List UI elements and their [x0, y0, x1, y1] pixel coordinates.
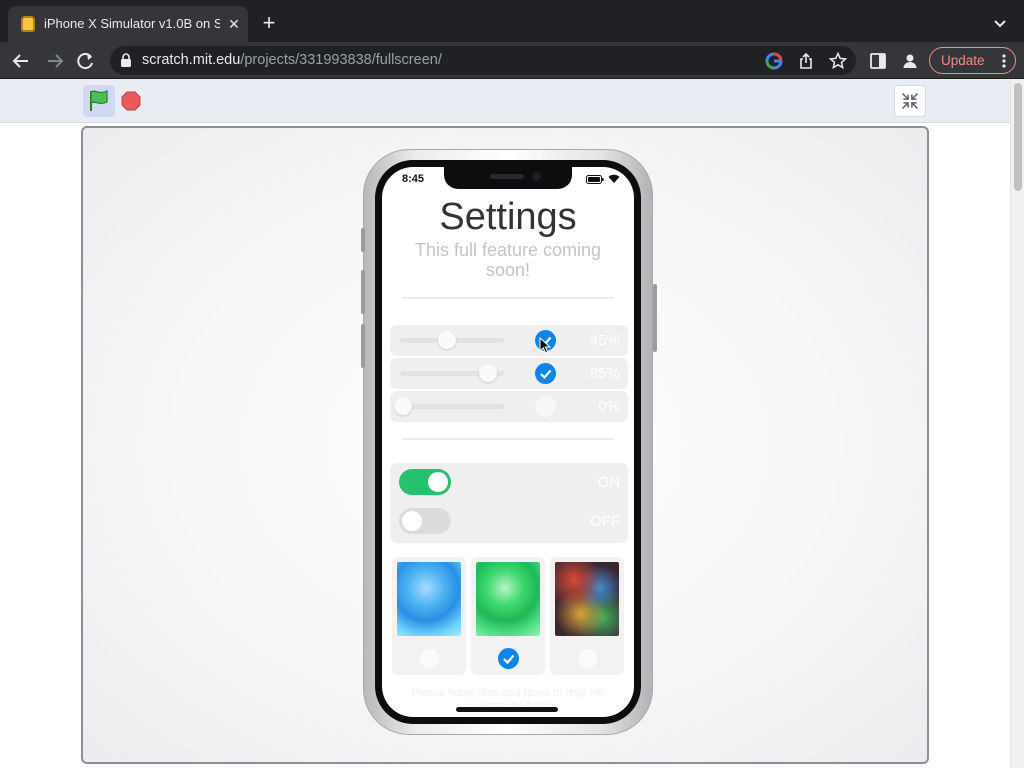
- vertical-scrollbar[interactable]: [1010, 79, 1024, 768]
- tab-strip: iPhone X Simulator v1.0B on Scratch ✕ +: [0, 0, 1024, 42]
- wallpaper-card-multicolor[interactable]: [550, 557, 624, 675]
- menu-dots-icon[interactable]: [1002, 54, 1006, 68]
- url-host: scratch.mit.edu: [142, 52, 241, 68]
- check-circle-icon[interactable]: [535, 363, 556, 384]
- update-label: Update: [941, 53, 985, 68]
- power-button: [653, 284, 657, 352]
- slider-row: 85%: [390, 358, 628, 389]
- toggle-knob: [402, 511, 422, 531]
- status-time: 8:45: [402, 173, 425, 185]
- unchecked-circle-icon[interactable]: [420, 649, 439, 668]
- iphone-frame: 8:45 Settings This full feature coming s…: [361, 149, 657, 735]
- green-flag-icon: [90, 90, 108, 111]
- update-button[interactable]: Update: [929, 47, 1016, 74]
- share-icon[interactable]: [796, 51, 816, 71]
- active-tab[interactable]: iPhone X Simulator v1.0B on Scratch ✕: [8, 6, 248, 42]
- volume-down-button: [361, 324, 365, 368]
- address-bar[interactable]: scratch.mit.edu/projects/331993838/fulls…: [110, 46, 856, 75]
- volume-up-button: [361, 270, 365, 314]
- google-lens-icon[interactable]: [764, 51, 784, 71]
- slider-row: 0%: [390, 391, 628, 422]
- close-tab-icon[interactable]: ✕: [224, 14, 244, 34]
- check-circle-icon[interactable]: [498, 648, 519, 669]
- wallpaper-thumbnail: [555, 562, 619, 636]
- toggle-switch-on[interactable]: [399, 469, 451, 495]
- exit-fullscreen-icon: [901, 92, 919, 110]
- coming-soon-subtitle: This full feature coming soon!: [414, 240, 602, 280]
- wifi-icon: [608, 174, 620, 183]
- slider-knob[interactable]: [479, 364, 498, 382]
- reload-icon[interactable]: [72, 48, 100, 74]
- mute-switch: [361, 228, 365, 252]
- phone-bezel: 8:45 Settings This full feature coming s…: [375, 160, 641, 724]
- url-text: scratch.mit.edu/projects/331993838/fulls…: [142, 52, 442, 69]
- slider-track[interactable]: [400, 404, 504, 409]
- url-path: /projects/331993838/fullscreen/: [240, 52, 442, 68]
- battery-icon: [586, 175, 604, 184]
- tab-title: iPhone X Simulator v1.0B on Scratch: [44, 16, 220, 31]
- toggle-panel: ON OFF: [390, 463, 628, 543]
- phone-screen: 8:45 Settings This full feature coming s…: [382, 167, 634, 717]
- slider-knob[interactable]: [394, 397, 412, 415]
- browser-toolbar: scratch.mit.edu/projects/331993838/fulls…: [0, 42, 1024, 79]
- wallpaper-thumbnail: [476, 562, 540, 636]
- divider: [402, 297, 614, 299]
- slider-value: 0%: [598, 398, 620, 415]
- wallpaper-thumbnail: [397, 562, 461, 636]
- slider-value: 85%: [589, 365, 620, 382]
- slider-row: 45%: [390, 325, 628, 356]
- stop-sign-icon[interactable]: [121, 91, 141, 111]
- profile-avatar-icon[interactable]: [900, 51, 920, 71]
- wallpaper-card-blue[interactable]: [392, 557, 466, 675]
- toggle-knob: [428, 472, 448, 492]
- unchecked-circle-icon[interactable]: [535, 396, 556, 417]
- front-camera: [532, 172, 541, 181]
- tab-search-chevron-icon[interactable]: [990, 14, 1010, 34]
- unchecked-circle-icon[interactable]: [578, 649, 597, 668]
- back-arrow-icon[interactable]: [8, 48, 36, 74]
- side-panel-icon[interactable]: [868, 51, 888, 71]
- toggle-label: ON: [597, 474, 621, 491]
- exit-fullscreen-button[interactable]: [894, 85, 926, 117]
- mouse-pointer-icon: [539, 337, 551, 354]
- new-tab-button[interactable]: +: [257, 12, 281, 36]
- project-controls-bar: [0, 79, 1010, 123]
- divider: [402, 438, 614, 440]
- forward-arrow-icon[interactable]: [40, 48, 68, 74]
- slider-knob[interactable]: [437, 331, 456, 349]
- toggle-switch-off[interactable]: [399, 508, 451, 534]
- project-stage[interactable]: 8:45 Settings This full feature coming s…: [81, 126, 929, 764]
- green-flag-button[interactable]: [83, 85, 115, 117]
- settings-title: Settings: [439, 196, 577, 238]
- lock-icon[interactable]: [120, 53, 132, 67]
- scratch-favicon-icon: [21, 16, 35, 32]
- scratch-fullscreen-page: 8:45 Settings This full feature coming s…: [0, 79, 1010, 768]
- toggle-label: OFF: [590, 513, 620, 530]
- wallpaper-card-green[interactable]: [471, 557, 545, 675]
- bookmark-star-icon[interactable]: [828, 51, 848, 71]
- phone-notch: [444, 167, 572, 189]
- earpiece-speaker: [490, 174, 524, 179]
- scrollbar-thumb[interactable]: [1014, 83, 1022, 191]
- home-indicator[interactable]: [456, 707, 558, 712]
- slider-value: 45%: [589, 332, 620, 349]
